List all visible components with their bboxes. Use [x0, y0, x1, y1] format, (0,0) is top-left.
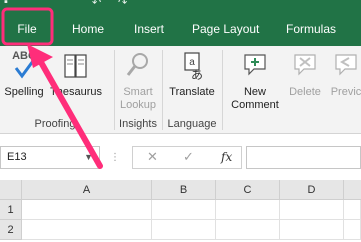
translate-icon-glyph: あ: [191, 68, 203, 82]
column-header-a[interactable]: A: [22, 180, 152, 200]
enter-icon[interactable]: ✓: [183, 149, 194, 165]
tab-insert[interactable]: Insert: [134, 12, 164, 46]
select-all-corner[interactable]: [0, 180, 22, 200]
previous-comment-icon: [335, 54, 357, 76]
delete-comment-icon: [294, 54, 316, 76]
group-label-insights: Insights: [119, 118, 157, 130]
spelling-label: Spelling: [4, 86, 44, 98]
new-comment-icon: [244, 54, 266, 76]
cell[interactable]: [280, 200, 344, 220]
translate-icon: a あ: [184, 52, 203, 82]
smart-lookup-label-line1: Smart: [123, 86, 153, 98]
cell[interactable]: [344, 220, 361, 240]
delete-comment-label: Delete: [289, 86, 321, 98]
spelling-button[interactable]: ABC Spelling: [2, 48, 46, 99]
row-header-1[interactable]: 1: [0, 200, 22, 220]
insert-function-button[interactable]: fx: [221, 150, 232, 164]
thesaurus-icon: [64, 54, 87, 78]
column-header-c[interactable]: C: [216, 180, 280, 200]
previous-comment-button[interactable]: Previc: [327, 48, 361, 99]
save-icon[interactable]: ▪: [4, 0, 8, 8]
new-comment-label-line1: New: [243, 86, 266, 98]
spelling-icon-abc: ABC: [12, 50, 36, 62]
name-box-value: E13: [7, 151, 27, 163]
formula-bar-grip-icon[interactable]: ⋮: [110, 152, 121, 163]
smart-lookup-label-line2: Lookup: [119, 99, 157, 111]
row-header-2[interactable]: 2: [0, 220, 22, 240]
thesaurus-label: Thesaurus: [50, 86, 102, 98]
smart-lookup-icon: [126, 53, 148, 76]
new-comment-button[interactable]: New Comment: [227, 48, 283, 112]
translate-label: Translate: [169, 86, 215, 98]
previous-comment-label: Previc: [330, 86, 361, 98]
svg-text:a: a: [189, 57, 195, 68]
new-comment-label-line2: Comment: [231, 99, 279, 111]
cancel-icon[interactable]: ✕: [147, 149, 158, 165]
column-header-d[interactable]: D: [280, 180, 344, 200]
cell[interactable]: [344, 200, 361, 220]
group-proofing: ABC Spelling Thesaurus Proofing: [0, 46, 114, 134]
cell[interactable]: [22, 200, 152, 220]
cell[interactable]: [280, 220, 344, 240]
worksheet-grid: A B C D 1 2: [0, 180, 361, 242]
group-label-language: Language: [167, 118, 217, 130]
cell[interactable]: [152, 200, 216, 220]
cell[interactable]: [152, 220, 216, 240]
thesaurus-button[interactable]: Thesaurus: [44, 48, 108, 99]
undo-icon[interactable]: ↶: [92, 0, 101, 9]
translate-button[interactable]: a あ Translate: [165, 48, 219, 99]
cell[interactable]: [216, 220, 280, 240]
tab-home[interactable]: Home: [72, 12, 104, 46]
ribbon-review: ABC Spelling Thesaurus Proofing Smart Lo…: [0, 46, 361, 134]
tab-file[interactable]: File: [2, 12, 52, 46]
formula-bar-buttons: ✕ ✓ fx: [132, 146, 242, 169]
tab-page-layout[interactable]: Page Layout: [192, 12, 259, 46]
cell[interactable]: [216, 200, 280, 220]
group-comments: New Comment Delete Previc: [223, 46, 361, 134]
chevron-down-icon[interactable]: ▼: [84, 147, 93, 168]
column-header-b[interactable]: B: [152, 180, 216, 200]
delete-comment-button[interactable]: Delete: [285, 48, 325, 99]
ribbon-tab-bar: File Home Insert Page Layout Formulas: [0, 12, 361, 46]
formula-input[interactable]: [246, 146, 361, 169]
group-language: a あ Translate Language: [163, 46, 221, 134]
spelling-icon: ABC: [12, 50, 36, 79]
tab-formulas[interactable]: Formulas: [286, 12, 336, 46]
group-label-proofing: Proofing: [34, 118, 76, 130]
formula-bar: E13 ▼ ⋮ ✕ ✓ fx: [0, 134, 361, 180]
redo-icon[interactable]: ↷: [118, 0, 127, 9]
cell[interactable]: [22, 220, 152, 240]
column-header-e[interactable]: [344, 180, 361, 200]
name-box[interactable]: E13 ▼: [0, 146, 100, 169]
title-bar: ▪ ↶ ↷: [0, 0, 361, 12]
smart-lookup-button[interactable]: Smart Lookup: [115, 48, 161, 112]
group-insights: Smart Lookup Insights: [115, 46, 161, 134]
